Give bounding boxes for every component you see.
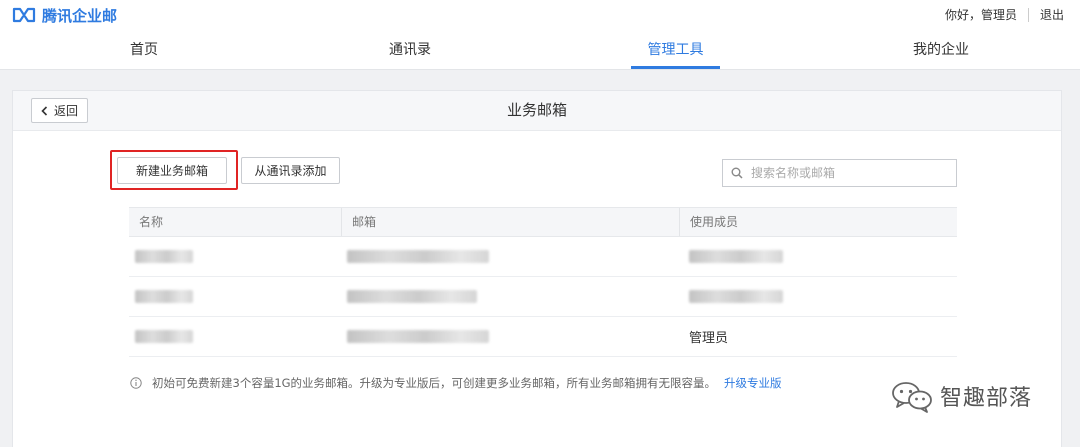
redacted-email (347, 290, 477, 303)
nav-item-admin-tools[interactable]: 管理工具 (631, 30, 720, 70)
cell-members: 管理员 (689, 317, 728, 356)
info-icon (130, 377, 142, 389)
user-area: 你好，管理员 退出 (945, 6, 1064, 23)
note-text: 初始可免费新建3个容量1G的业务邮箱。升级为专业版后，可创建更多业务邮箱，所有业… (152, 376, 717, 390)
watermark: 智趣部落 (890, 379, 1032, 413)
redacted-members (689, 250, 783, 263)
upgrade-link[interactable]: 升级专业版 (724, 375, 782, 391)
top-bar: 腾讯企业邮 你好，管理员 退出 首页 通讯录 管理工具 我的企业 (0, 0, 1080, 70)
search-box[interactable] (722, 159, 957, 187)
search-icon (731, 167, 743, 179)
brand-name: 腾讯企业邮 (42, 6, 118, 25)
redacted-name (135, 290, 193, 303)
redacted-members (689, 290, 783, 303)
cell-name (135, 277, 193, 316)
table-row[interactable]: 管理员 (129, 317, 957, 357)
wechat-icon (892, 382, 932, 413)
add-from-contacts-button[interactable]: 从通讯录添加 (241, 157, 340, 184)
info-note: 初始可免费新建3个容量1G的业务邮箱。升级为专业版后，可创建更多业务邮箱，所有业… (130, 375, 782, 391)
brand-logo-icon (12, 7, 36, 23)
mailbox-table: 名称 邮箱 使用成员 管理员 (129, 207, 957, 357)
user-greeting[interactable]: 你好，管理员 (945, 6, 1017, 23)
table-row[interactable] (129, 237, 957, 277)
redacted-email (347, 330, 489, 343)
new-mailbox-button[interactable]: 新建业务邮箱 (117, 157, 227, 184)
watermark-text: 智趣部落 (940, 386, 1033, 411)
cell-email (347, 237, 489, 276)
table-header: 名称 邮箱 使用成员 (129, 207, 957, 237)
cell-email (347, 317, 489, 356)
nav-item-home[interactable]: 首页 (120, 30, 168, 70)
cell-name (135, 237, 193, 276)
cell-members (689, 277, 783, 316)
redacted-email (347, 250, 489, 263)
column-header-name: 名称 (139, 215, 164, 229)
cell-members (689, 237, 783, 276)
divider (1027, 7, 1029, 22)
table-row[interactable] (129, 277, 957, 317)
search-input[interactable] (751, 166, 941, 180)
main-nav: 首页 通讯录 管理工具 我的企业 (0, 30, 1080, 70)
nav-item-contacts[interactable]: 通讯录 (384, 30, 436, 70)
nav-item-my-company[interactable]: 我的企业 (905, 30, 977, 70)
cell-email (347, 277, 477, 316)
brand-logo[interactable]: 腾讯企业邮 (12, 4, 117, 26)
logout-link[interactable]: 退出 (1040, 6, 1064, 23)
column-header-members: 使用成员 (679, 208, 957, 236)
column-header-email: 邮箱 (341, 208, 679, 236)
page-title: 业务邮箱 (506, 101, 567, 119)
redacted-name (135, 250, 193, 263)
redacted-name (135, 330, 193, 343)
cell-name (135, 317, 193, 356)
panel-header: 返回 业务邮箱 (13, 91, 1061, 131)
member-label: 管理员 (689, 331, 729, 346)
